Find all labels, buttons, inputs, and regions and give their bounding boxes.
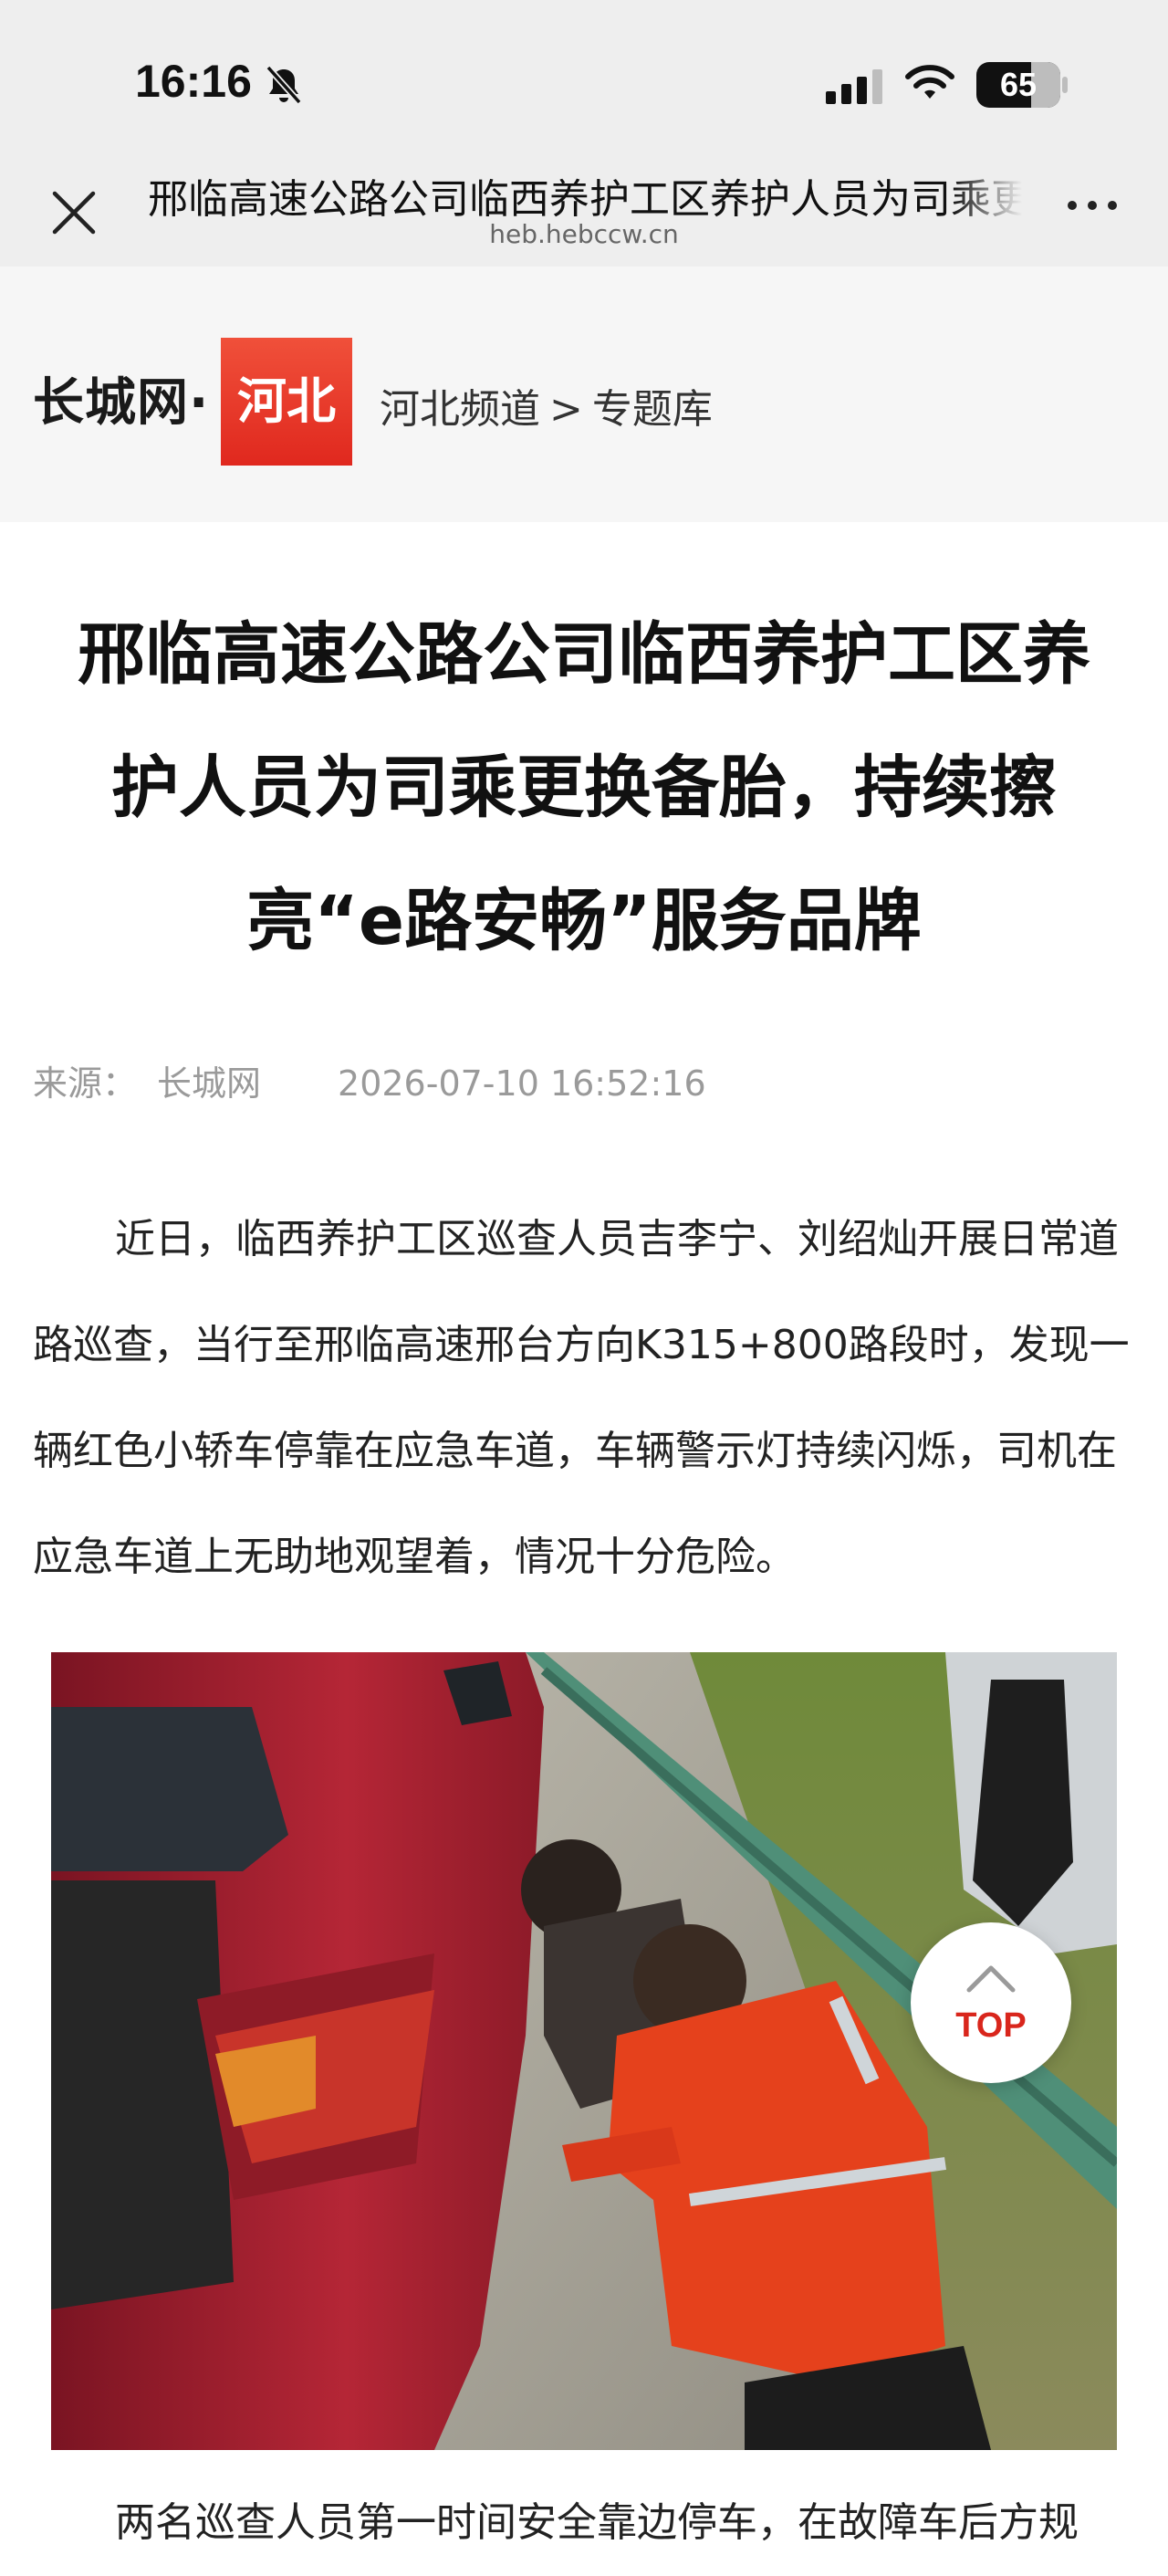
article-title: 邢临高速公路公司临西养护工区养护人员为司乘更换备胎，持续擦亮“e路安畅”服务品牌 (78, 615, 1090, 960)
status-bar: 16:16 65 (0, 0, 1168, 146)
breadcrumb-topic[interactable]: 专题库 (592, 386, 713, 433)
bell-slash-icon (266, 65, 302, 105)
site-logo-badge[interactable]: 河北 (221, 338, 352, 466)
site-logo-text[interactable]: 长城网· (33, 361, 209, 435)
browser-toolbar: 邢临高速公路公司临西养护工区养护人员为司乘更换备胎，持续擦亮“e路安畅”服务品牌… (0, 146, 1168, 267)
chevron-up-icon (966, 1965, 1016, 1993)
back-to-top-button[interactable]: TOP (911, 1922, 1071, 2083)
more-icon[interactable] (1066, 201, 1121, 223)
browser-page-title: 邢临高速公路公司临西养护工区养护人员为司乘更换备胎，持续擦亮“e路安畅”服务品牌 (148, 176, 1022, 223)
article-meta: 来源： 长城网 2026-07-10 16:52:16 (33, 1055, 706, 1105)
article-paragraph: 两名巡查人员第一时间安全靠边停车，在故障车后方规 (115, 2499, 1079, 2546)
battery-icon: 65 (976, 62, 1060, 108)
site-header: 长城网· 河北 河北频道 > 专题库 (0, 267, 1168, 522)
browser-url[interactable]: heb.hebccw.cn (0, 219, 1168, 249)
source-name: 长城网 (157, 1063, 262, 1104)
status-time: 16:16 (135, 56, 252, 107)
wifi-icon (905, 65, 954, 99)
breadcrumb: 河北频道 > 专题库 (380, 376, 713, 435)
breadcrumb-separator: > (549, 386, 583, 433)
signal-icon (826, 69, 882, 104)
source-label: 来源： (33, 1063, 138, 1104)
battery-tip (1062, 77, 1068, 93)
publish-date: 2026-07-10 16:52:16 (338, 1063, 706, 1104)
battery-level: 65 (999, 66, 1038, 103)
back-to-top-label: TOP (955, 2006, 1027, 2045)
article-paragraph: 近日，临西养护工区巡查人员吉李宁、刘绍灿开展日常道路巡查，当行至邢临高速邢台方向… (33, 1216, 1130, 1580)
breadcrumb-channel[interactable]: 河北频道 (380, 386, 540, 433)
